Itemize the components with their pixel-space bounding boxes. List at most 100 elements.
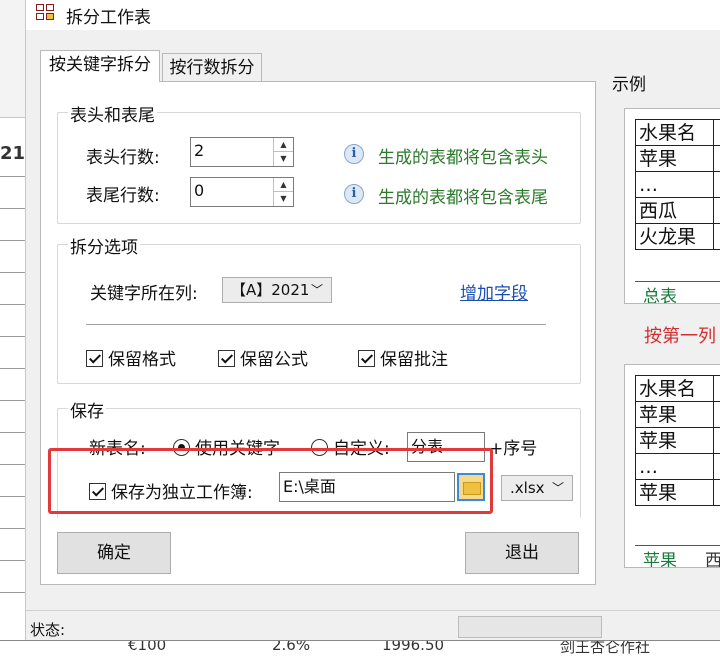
background-bottom-row: €100 2.6% 1996.50 剑王杏仑作社 bbox=[0, 640, 720, 657]
key-column-select[interactable]: 【A】2021 ﹀ bbox=[222, 277, 332, 303]
extension-select[interactable]: .xlsx ﹀ bbox=[501, 475, 573, 501]
add-field-link[interactable]: 增加字段 bbox=[460, 279, 528, 304]
background-cell: 2.6% bbox=[272, 640, 311, 654]
table-cell: 苹果 bbox=[634, 427, 715, 454]
tab-split-by-keyword[interactable]: 按关键字拆分 bbox=[40, 50, 160, 82]
example-label: 示例 bbox=[612, 75, 646, 95]
checkbox-checked-icon bbox=[218, 350, 235, 367]
background-cell: 剑王杏仑作社 bbox=[560, 640, 651, 656]
title-bar: 拆分工作表 bbox=[26, 0, 720, 30]
grid-line bbox=[0, 496, 25, 497]
grid-line bbox=[0, 304, 25, 305]
grid-line bbox=[0, 528, 25, 529]
grid-line bbox=[0, 368, 25, 369]
table-cell: 苹果 bbox=[634, 145, 715, 172]
example-result-table: 水果名 苹果 苹果 … 苹果 bbox=[634, 375, 720, 506]
checkbox-label: 保留公式 bbox=[240, 350, 308, 370]
header-rows-spinner[interactable]: 2 ▲ ▼ bbox=[190, 137, 294, 167]
sheet-tab-strip: 苹果 西 bbox=[635, 545, 720, 567]
checkbox-checked-icon bbox=[86, 350, 103, 367]
split-options-group: 拆分选项 关键字所在列: 【A】2021 ﹀ 增加字段 保留格式 保留公式 保留… bbox=[57, 233, 581, 384]
tab-split-by-rows[interactable]: 按行数拆分 bbox=[162, 53, 262, 83]
grid-line bbox=[0, 208, 25, 209]
background-cell: €100 bbox=[128, 640, 167, 654]
table-cell bbox=[713, 119, 720, 146]
table-cell bbox=[713, 197, 720, 224]
spin-up-icon[interactable]: ▲ bbox=[274, 178, 293, 192]
split-sheet-dialog: 拆分工作表 按关键字拆分 按行数拆分 表头和表尾 表头行数: 2 ▲ ▼ i 生成… bbox=[26, 0, 720, 640]
example-caption: 按第一列 bbox=[644, 326, 716, 347]
table-cell bbox=[713, 375, 720, 402]
background-cell-fragment: 21 bbox=[0, 143, 26, 164]
highlight-box bbox=[48, 448, 493, 514]
table-row: 火龙果 bbox=[634, 223, 720, 250]
table-cell bbox=[713, 479, 720, 506]
table-row: 苹果 bbox=[634, 479, 720, 506]
spin-down-icon[interactable]: ▼ bbox=[274, 152, 293, 166]
keep-comment-checkbox[interactable]: 保留批注 bbox=[358, 345, 448, 370]
window-title: 拆分工作表 bbox=[66, 8, 151, 28]
table-cell: 水果名 bbox=[634, 119, 715, 146]
example-source-table: 水果名 苹果 … 西瓜 火龙果 bbox=[634, 119, 720, 250]
info-icon: i bbox=[344, 144, 364, 164]
table-row: 水果名 bbox=[634, 119, 720, 146]
example-result-sheet: 水果名 苹果 苹果 … 苹果 苹果 西 bbox=[624, 364, 720, 568]
grid-line bbox=[0, 464, 25, 465]
group-title: 表头和表尾 bbox=[68, 101, 157, 126]
footer-rows-label: 表尾行数: bbox=[86, 186, 160, 206]
table-cell bbox=[713, 401, 720, 428]
table-cell: 苹果 bbox=[634, 479, 715, 506]
table-row: 苹果 bbox=[634, 145, 720, 172]
progress-bar bbox=[458, 616, 602, 638]
spin-up-icon[interactable]: ▲ bbox=[274, 138, 293, 152]
table-cell bbox=[713, 223, 720, 250]
checkbox-label: 保留格式 bbox=[108, 350, 176, 370]
grid-line bbox=[0, 592, 25, 593]
header-rows-value: 2 bbox=[194, 141, 205, 160]
table-cell: … bbox=[634, 453, 715, 480]
footer-hint: 生成的表都将包含表尾 bbox=[378, 188, 548, 208]
grid-line bbox=[0, 176, 25, 177]
sheet-tab: 苹果 bbox=[643, 551, 677, 568]
sheet-tab: 总表 bbox=[643, 287, 677, 304]
footer-rows-spinner[interactable]: 0 ▲ ▼ bbox=[190, 177, 294, 207]
key-column-label: 关键字所在列: bbox=[90, 284, 198, 304]
divider bbox=[86, 324, 546, 325]
example-source-sheet: 水果名 苹果 … 西瓜 火龙果 总表 bbox=[624, 108, 720, 304]
spin-down-icon[interactable]: ▼ bbox=[274, 192, 293, 206]
table-cell: … bbox=[634, 171, 715, 198]
keep-formula-checkbox[interactable]: 保留公式 bbox=[218, 345, 308, 370]
keep-format-checkbox[interactable]: 保留格式 bbox=[86, 345, 176, 370]
table-cell: 火龙果 bbox=[634, 223, 715, 250]
table-row: 苹果 bbox=[634, 401, 720, 428]
footer-rows-value: 0 bbox=[194, 181, 205, 200]
checkbox-label: 保留批注 bbox=[380, 350, 448, 370]
chevron-down-icon: ﹀ bbox=[551, 481, 564, 495]
status-label: 状态: bbox=[30, 621, 66, 639]
table-row: … bbox=[634, 453, 720, 480]
grid-line bbox=[0, 336, 25, 337]
table-row: … bbox=[634, 171, 720, 198]
chevron-down-icon: ﹀ bbox=[310, 283, 323, 297]
group-title: 拆分选项 bbox=[68, 233, 140, 258]
key-column-value: 【A】2021 bbox=[231, 281, 310, 299]
group-title: 保存 bbox=[68, 397, 106, 422]
grid-line bbox=[0, 240, 25, 241]
sheet-tab-strip: 总表 bbox=[635, 281, 720, 303]
background-header bbox=[0, 0, 25, 118]
grid-line bbox=[0, 272, 25, 273]
table-row: 西瓜 bbox=[634, 197, 720, 224]
table-row: 水果名 bbox=[634, 375, 720, 402]
app-icon bbox=[36, 4, 56, 22]
header-rows-label: 表头行数: bbox=[86, 148, 160, 168]
table-cell bbox=[713, 171, 720, 198]
grid-line bbox=[0, 400, 25, 401]
ok-button[interactable]: 确定 bbox=[57, 532, 171, 574]
table-cell: 水果名 bbox=[634, 375, 715, 402]
table-row: 苹果 bbox=[634, 427, 720, 454]
header-hint: 生成的表都将包含表头 bbox=[378, 148, 548, 168]
exit-button[interactable]: 退出 bbox=[465, 532, 579, 574]
extension-value: .xlsx bbox=[510, 479, 545, 497]
serial-suffix-label: +序号 bbox=[489, 439, 538, 459]
background-cell: 1996.50 bbox=[382, 640, 445, 654]
